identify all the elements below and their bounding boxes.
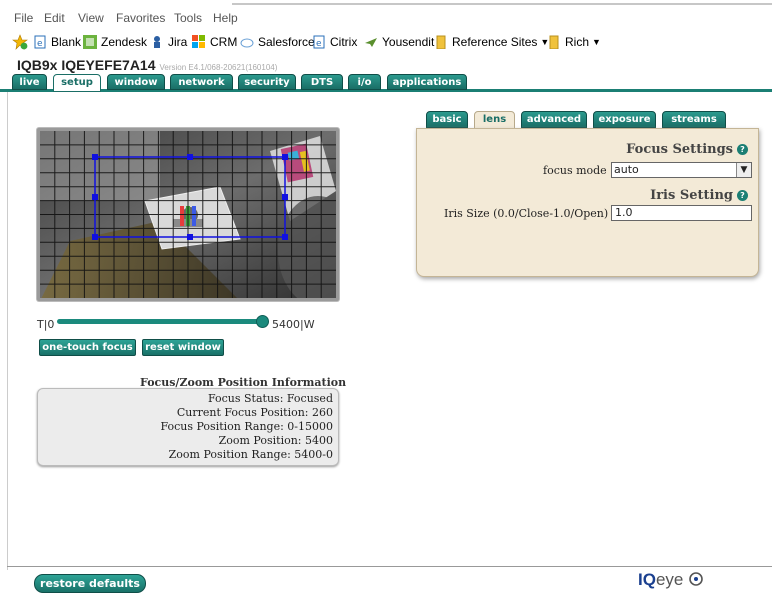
zoom-position: Zoom Position: 5400 [218,434,333,447]
favorite-crm[interactable]: CRM [192,34,237,50]
tab-lens[interactable]: lens [474,111,515,129]
favorite-label: Jira [168,35,188,49]
favorite-reference-sites[interactable]: Reference Sites ▼ [434,34,549,50]
iris-setting-heading: Iris Setting ? [650,188,748,203]
menu-edit[interactable]: Edit [44,11,65,25]
ie-page-icon: e [34,35,46,49]
iris-size-label: Iris Size (0.0/Close-1.0/Open) [444,207,609,220]
tab-basic[interactable]: basic [426,111,468,128]
focus-status: Focus Status: Focused [207,392,333,405]
tab-io[interactable]: i/o [348,74,381,90]
camera-image [40,131,336,298]
folder-icon [436,35,446,49]
lens-settings-panel: Focus Settings ? focus mode auto ▼ Iris … [416,128,759,277]
iris-setting-title: Iris Setting [650,188,733,203]
favorite-label: Yousendit [382,35,435,49]
device-name: IQB9x IQEYEFE7A14 [17,57,156,73]
iqeye-logo: IQeye [638,570,704,590]
zoom-min-label: T|0 [37,318,55,331]
favorite-salesforce[interactable]: Salesforce [240,34,315,50]
jira-icon [154,36,160,48]
tab-security[interactable]: security [238,74,296,90]
menu-bar-rule [232,3,772,5]
tab-exposure[interactable]: exposure [593,111,656,128]
focus-position-range: Focus Position Range: 0-15000 [160,420,333,433]
chevron-down-icon: ▼ [592,37,601,47]
camera-preview[interactable] [37,128,339,301]
tab-dts[interactable]: DTS [301,74,343,90]
ie-page-icon: e [313,35,325,49]
logo-iq: IQ [638,570,656,589]
menu-help[interactable]: Help [213,11,238,25]
favorite-citrix[interactable]: e Citrix [312,34,357,50]
cloud-icon [240,38,254,48]
restore-defaults-button[interactable]: restore defaults [34,574,146,593]
tab-applications[interactable]: applications [387,74,467,90]
help-icon[interactable]: ? [737,190,748,201]
menu-favorites[interactable]: Favorites [116,11,165,25]
favorite-blank[interactable]: e Blank [33,34,81,50]
svg-text:e: e [316,39,322,49]
zoom-slider-track[interactable] [57,319,263,324]
menu-file[interactable]: File [14,11,33,25]
favorite-jira[interactable]: Jira [150,34,187,50]
favorite-label: Blank [51,35,82,49]
svg-text:e: e [37,39,43,49]
logo-eye: eye [655,570,684,589]
focus-mode-value: auto [614,163,639,176]
focus-settings-title: Focus Settings [626,142,733,157]
logo-eye-icon [689,572,703,586]
zoom-slider-handle[interactable] [256,315,269,328]
zendesk-icon [83,35,97,49]
focus-info-box: Focus Status: Focused Current Focus Posi… [37,388,339,466]
menu-bar: File Edit View Favorites Tools Help [0,0,772,26]
tab-live[interactable]: live [12,74,47,90]
menu-view[interactable]: View [78,11,104,25]
favorite-label: Citrix [330,35,358,49]
reset-window-button[interactable]: reset window [142,339,224,356]
favorite-label: Zendesk [101,35,148,49]
firmware-version: Version E4.1/068-20621(160104) [159,63,278,72]
iris-size-input[interactable]: 1.0 [611,205,752,221]
favorite-label: Reference Sites [452,35,538,49]
favorite-label: Rich [565,35,590,49]
favorite-label: Salesforce [258,35,315,49]
folder-icon [549,35,559,49]
favorites-bar: e Blank Zendesk Jira CRM Salesforce e Ci… [0,30,772,52]
tab-advanced[interactable]: advanced [521,111,587,128]
focus-settings-heading: Focus Settings ? [626,142,748,157]
footer-divider [7,566,772,567]
windows-tiles-icon [192,35,205,48]
help-icon[interactable]: ? [737,144,748,155]
device-title: IQB9x IQEYEFE7A14 Version E4.1/068-20621(… [17,57,277,73]
favorite-zendesk[interactable]: Zendesk [83,34,147,50]
chevron-down-icon: ▼ [736,163,751,177]
add-favorite-star-icon[interactable] [12,34,28,50]
favorite-yousendit[interactable]: Yousendit [364,34,434,50]
focus-mode-label: focus mode [543,164,607,177]
content-left-rule [7,92,8,570]
paper-plane-icon [365,38,377,47]
one-touch-focus-button[interactable]: one-touch focus [39,339,136,356]
current-focus-position: Current Focus Position: 260 [176,406,333,419]
browser-window: File Edit View Favorites Tools Help e Bl… [0,0,772,598]
favorite-label: CRM [210,35,238,49]
tab-streams[interactable]: streams [662,111,726,128]
focus-mode-select[interactable]: auto ▼ [611,162,752,178]
tab-network[interactable]: network [170,74,233,90]
tab-window[interactable]: window [107,74,165,90]
tab-setup[interactable]: setup [53,74,101,92]
favorite-rich[interactable]: Rich ▼ [547,34,601,50]
menu-tools[interactable]: Tools [174,11,202,25]
main-tabs: live setup window network security DTS i… [0,74,772,92]
zoom-position-range: Zoom Position Range: 5400-0 [168,448,333,461]
zoom-max-label: 5400|W [272,318,315,331]
